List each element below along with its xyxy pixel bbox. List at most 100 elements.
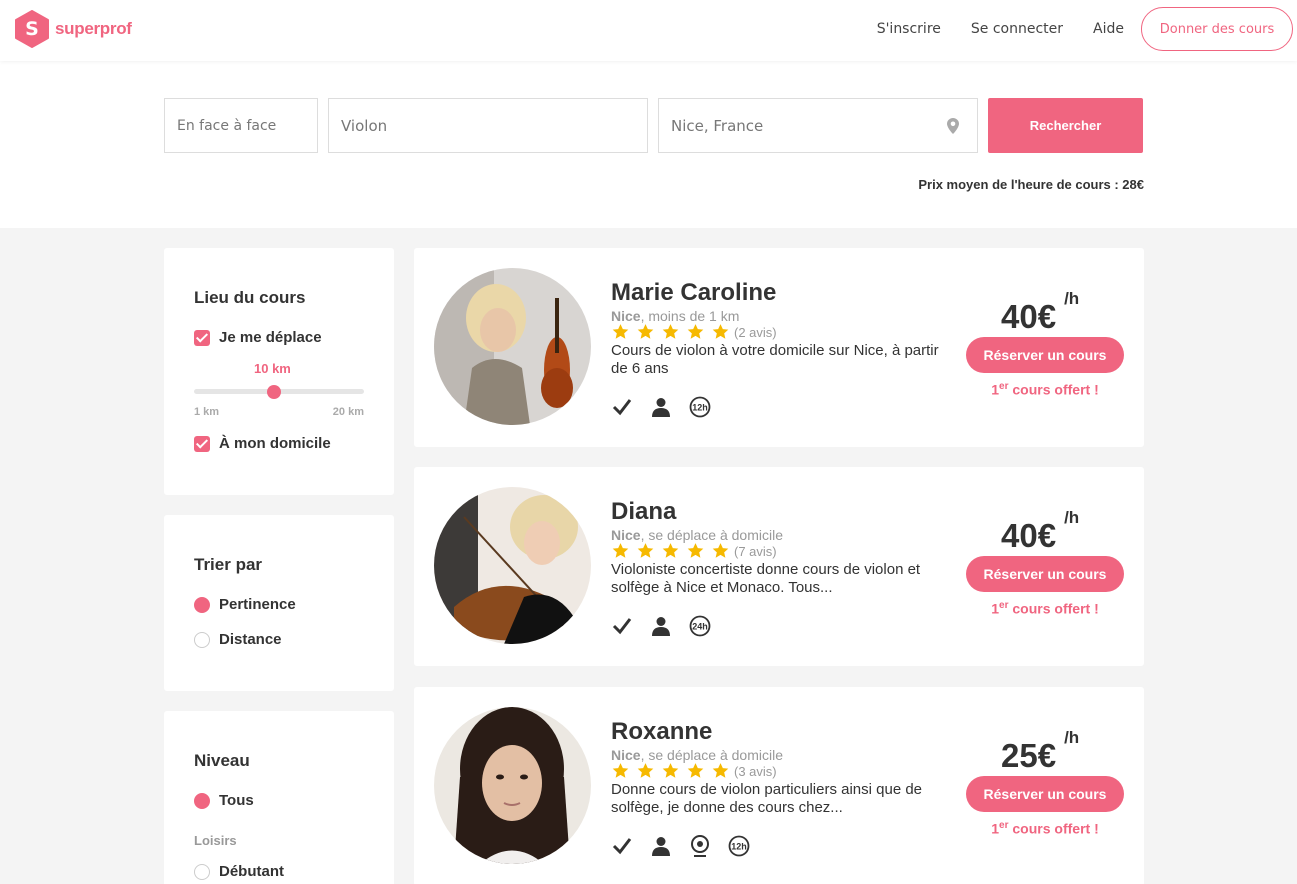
level-option-all[interactable]: Tous [194,792,254,809]
give-lessons-button[interactable]: Donner des cours [1141,7,1293,51]
superprof-logo[interactable]: S superprof [14,10,132,48]
svg-text:24h: 24h [692,622,708,632]
webcam-icon [689,835,711,857]
star-icon [636,323,655,341]
rating-stars: (2 avis) [611,323,777,341]
login-link[interactable]: Se connecter [971,21,1063,37]
tutor-card[interactable]: Diana Nice, se déplace à domicile (7 avis)… [414,467,1144,666]
sort-option-relevance[interactable]: Pertinence [194,596,296,613]
offer-label: cours offert ! [1008,820,1099,837]
offer-label: cours offert ! [1008,381,1099,398]
book-lesson-button[interactable]: Réserver un cours [966,337,1124,373]
tutor-badges: 12h [611,396,728,418]
offer-ordinal: er [999,820,1009,831]
verified-check-icon [611,615,633,637]
logo-hexagon-icon: S [14,10,50,48]
level-option-beginner[interactable]: Débutant [194,863,284,880]
home-label: À mon domicile [219,435,331,452]
price-value: 25€ [1001,737,1057,774]
tutor-description[interactable]: Violoniste concertiste donne cours de vi… [611,561,951,597]
svg-text:12h: 12h [692,403,708,413]
sort-option-distance[interactable]: Distance [194,631,282,648]
level-title: Niveau [194,751,250,770]
tutor-city: Nice [611,527,641,543]
star-icon [711,323,730,341]
response-time-badge-icon: 12h [728,835,750,857]
star-icon [661,762,680,780]
response-time-badge-icon: 12h [689,396,711,418]
price-unit: /h [1064,508,1080,527]
help-link[interactable]: Aide [1093,21,1124,37]
hourly-price: 40€ /h [1001,289,1079,336]
slider-max-label: 20 km [332,406,364,418]
tutor-name[interactable]: Marie Caroline [611,279,776,307]
star-icon [636,762,655,780]
travel-label: Je me déplace [219,329,322,346]
star-icon [636,542,655,560]
distance-radio[interactable] [194,631,210,648]
review-count: (7 avis) [734,543,777,559]
travel-checkbox-row[interactable]: Je me déplace [194,329,322,346]
sort-title: Trier par [194,555,263,574]
top-header: S superprof S'inscrire Se connecter Aide… [0,0,1297,61]
subject-input[interactable]: Violon [328,98,648,153]
star-icon [686,762,705,780]
home-checkbox-row[interactable]: À mon domicile [194,435,331,452]
response-time-badge-icon: 24h [689,615,711,637]
home-checkbox[interactable] [194,435,210,452]
tutor-photo[interactable] [434,487,591,644]
star-icon [611,323,630,341]
star-icon [661,542,680,560]
location-input[interactable]: Nice, France [658,98,978,153]
star-icon [611,762,630,780]
tutor-badges: 12h [611,835,767,857]
rating-stars: (7 avis) [611,542,777,560]
location-filter-panel: Lieu du cours Je me déplace 10 km 1 km 2… [164,248,394,495]
tutor-name[interactable]: Roxanne [611,718,712,746]
profile-user-icon [650,835,672,857]
distance-value: 10 km [254,361,291,376]
tutor-card[interactable]: Roxanne Nice, se déplace à domicile (3 avi… [414,687,1144,884]
rating-stars: (3 avis) [611,762,777,780]
verified-check-icon [611,835,633,857]
sort-panel: Trier par Pertinence Distance [164,515,394,691]
travel-checkbox[interactable] [194,329,210,346]
tutor-card[interactable]: Marie Caroline Nice, moins de 1 km (2 avis… [414,248,1144,447]
first-lesson-free-text: 1er cours offert ! [966,381,1124,398]
slider-min-label: 1 km [194,406,220,418]
offer-number: 1 [991,381,1000,398]
hourly-price: 25€ /h [1001,728,1079,775]
tutor-description[interactable]: Cours de violon à votre domicile sur Nic… [611,342,951,378]
search-button[interactable]: Rechercher [988,98,1143,153]
tutor-location: Nice, se déplace à domicile [611,747,783,763]
hourly-price: 40€ /h [1001,508,1079,555]
tutor-location: Nice, moins de 1 km [611,308,739,324]
tutor-distance: , se déplace à domicile [640,527,783,543]
tutor-location: Nice, se déplace à domicile [611,527,783,543]
map-pin-icon [947,118,959,134]
price-value: 40€ [1001,298,1057,335]
book-lesson-button[interactable]: Réserver un cours [966,776,1124,812]
relevance-label: Pertinence [219,596,296,613]
lesson-mode-select[interactable]: En face à face [164,98,318,153]
main-nav: S'inscrire Se connecter Aide Donner des … [877,7,1293,51]
average-price-text: Prix moyen de l'heure de cours : 28€ [918,177,1144,192]
all-levels-radio[interactable] [194,792,210,809]
tutor-name[interactable]: Diana [611,498,676,526]
location-value: Nice, France [671,116,764,135]
profile-user-icon [650,615,672,637]
search-bar-section: En face à face Violon Nice, France Reche… [0,61,1297,228]
beginner-radio[interactable] [194,863,210,880]
tutor-city: Nice [611,308,641,324]
star-icon [711,542,730,560]
relevance-radio[interactable] [194,596,210,613]
book-lesson-button[interactable]: Réserver un cours [966,556,1124,592]
tutor-photo[interactable] [434,268,591,425]
tutor-photo[interactable] [434,707,591,864]
signup-link[interactable]: S'inscrire [877,21,941,37]
tutor-description[interactable]: Donne cours de violon particuliers ainsi… [611,781,951,817]
distance-slider-handle[interactable] [266,385,281,399]
offer-ordinal: er [999,600,1009,611]
distance-sort-label: Distance [219,631,282,648]
review-count: (3 avis) [734,763,777,779]
